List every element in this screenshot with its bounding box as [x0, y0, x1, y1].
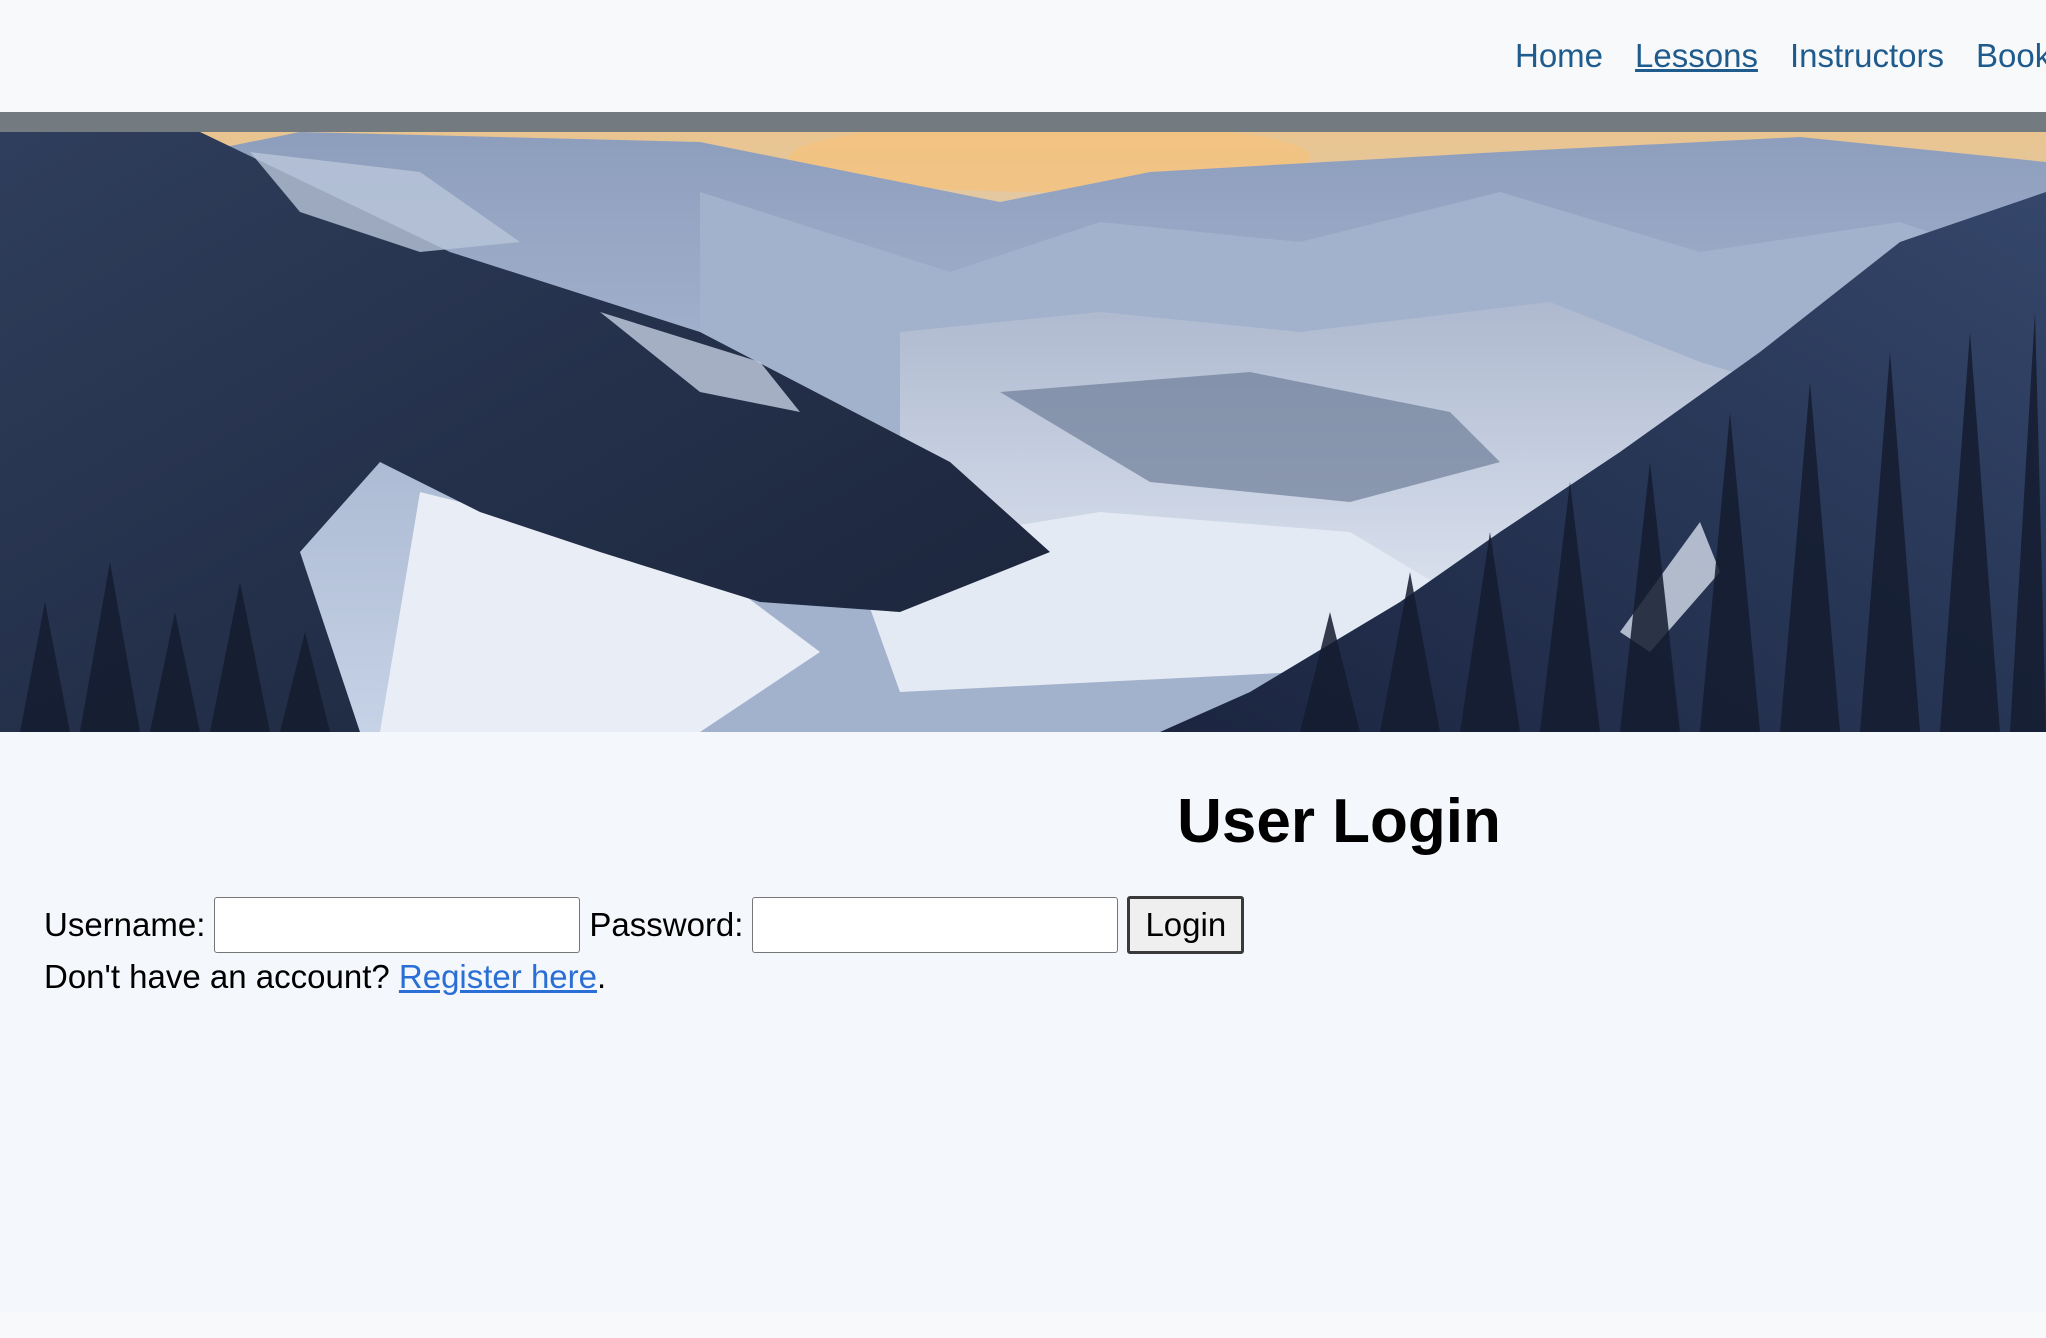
nav-item-book[interactable]: Book: [1976, 34, 2046, 78]
register-link[interactable]: Register here: [399, 958, 597, 995]
password-input[interactable]: [752, 897, 1119, 953]
page-footer-strip: [0, 1312, 2046, 1338]
nav-item-lessons[interactable]: Lessons: [1635, 34, 1758, 78]
hero-banner-image: [0, 132, 2046, 732]
register-prompt: Don't have an account? Register here.: [44, 958, 606, 996]
nav-item-home[interactable]: Home: [1515, 34, 1603, 78]
main-nav: Home Lessons Instructors Book: [1515, 34, 2046, 78]
login-form: Username: Password: Login: [44, 896, 1245, 954]
mountain-landscape-illustration: [0, 132, 2046, 732]
top-navbar: Home Lessons Instructors Book: [0, 0, 2046, 112]
main-content: User Login Username: Password: Login Don…: [0, 732, 2046, 1312]
header-divider: [0, 112, 2046, 132]
username-label: Username:: [44, 906, 206, 943]
page-title: User Login: [1177, 787, 1501, 856]
register-prompt-text: Don't have an account?: [44, 958, 390, 995]
password-label: Password:: [589, 906, 744, 943]
username-input[interactable]: [214, 897, 581, 953]
nav-item-instructors[interactable]: Instructors: [1790, 34, 1944, 78]
login-button[interactable]: Login: [1127, 896, 1245, 954]
register-suffix: .: [597, 958, 607, 995]
